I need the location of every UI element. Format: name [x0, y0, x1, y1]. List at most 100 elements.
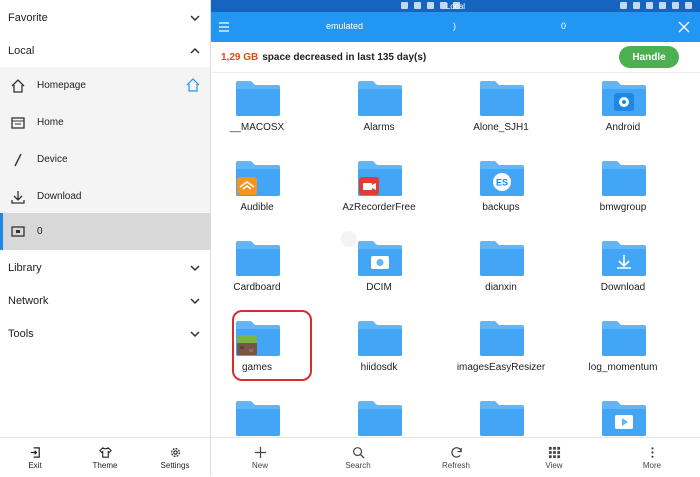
- folder-item[interactable]: [567, 393, 679, 436]
- drawer-section-network[interactable]: Network: [0, 284, 210, 317]
- gear-badge-icon: [614, 93, 634, 111]
- storage-icon: [9, 223, 27, 241]
- breadcrumb-path[interactable]: emulated: [326, 21, 363, 31]
- chevron-up-icon: [190, 47, 200, 54]
- folder-item[interactable]: __MACOSX: [211, 73, 313, 153]
- folder-icon: [358, 401, 402, 436]
- download-icon: [9, 188, 27, 206]
- notification-icons: [401, 2, 460, 9]
- folder-item[interactable]: Audible: [211, 153, 313, 233]
- view-button[interactable]: View: [505, 438, 603, 477]
- camera-badge-icon: [371, 256, 389, 269]
- breadcrumb-segment-0[interactable]: 0: [561, 21, 566, 31]
- drawer-item-label: 0: [37, 226, 43, 237]
- es-badge-icon: ES: [493, 173, 511, 191]
- folder-label: Download: [600, 282, 646, 293]
- folder-icon: [236, 401, 280, 436]
- more-label: More: [642, 460, 662, 470]
- drawer-section-tools[interactable]: Tools: [0, 317, 210, 350]
- menu-list-icon[interactable]: [218, 21, 230, 33]
- search-label: Search: [345, 460, 371, 470]
- drawer-item-homepage[interactable]: Homepage: [0, 67, 210, 104]
- folder-icon: [602, 241, 646, 276]
- bottom-toolbar: New Search Refresh View More: [211, 437, 700, 477]
- audible-app-icon: [237, 177, 257, 195]
- folder-item[interactable]: AzRecorderFree: [323, 153, 435, 233]
- drawer-section-local[interactable]: Local: [0, 34, 210, 67]
- folder-label: Alone_SJH1: [473, 122, 529, 133]
- folder-item[interactable]: Alone_SJH1: [445, 73, 557, 153]
- folder-item[interactable]: bmwgroup: [567, 153, 679, 233]
- path-toolbar: emulated ) 0: [211, 12, 700, 42]
- space-message: space decreased in last 135 day(s): [262, 51, 427, 63]
- section-label: Network: [8, 294, 49, 307]
- folder-item[interactable]: [323, 393, 435, 436]
- folder-icon: [480, 321, 524, 356]
- chevron-down-icon: [190, 14, 200, 21]
- theme-button[interactable]: Theme: [70, 438, 140, 477]
- drawer-item-device[interactable]: Device: [0, 141, 210, 178]
- folder-icon: [236, 241, 280, 276]
- folder-item[interactable]: dianxin: [445, 233, 557, 313]
- new-label: New: [251, 460, 268, 470]
- chevron-down-icon: [190, 330, 200, 337]
- search-button[interactable]: Search: [309, 438, 407, 477]
- folder-item[interactable]: [445, 393, 557, 436]
- section-label: Library: [8, 261, 42, 274]
- folder-label: bmwgroup: [599, 202, 647, 213]
- folder-item[interactable]: Download: [567, 233, 679, 313]
- video-badge-icon: [615, 415, 633, 429]
- folder-icon: [602, 81, 646, 116]
- status-bar: Local: [211, 0, 700, 12]
- exit-button[interactable]: Exit: [0, 438, 70, 477]
- recorder-app-icon: [359, 177, 379, 195]
- section-label: Favorite: [8, 11, 48, 24]
- folder-item[interactable]: Alarms: [323, 73, 435, 153]
- more-vertical-icon: [650, 446, 654, 458]
- breadcrumb-segment[interactable]: ): [453, 21, 456, 31]
- folder-icon: [358, 161, 402, 196]
- folder-label: AzRecorderFree: [342, 202, 416, 213]
- close-icon[interactable]: [678, 21, 690, 33]
- folder-label: dianxin: [485, 282, 517, 293]
- folder-item[interactable]: DCIM: [323, 233, 435, 313]
- folder-label: imagesEasyResizer: [456, 362, 546, 373]
- svg-text:ES: ES: [496, 178, 508, 188]
- drawer-item-label: Download: [37, 191, 82, 202]
- folder-icon: [236, 161, 280, 196]
- folder-icon: [602, 321, 646, 356]
- drawer-item-download[interactable]: Download: [0, 178, 210, 215]
- handle-button[interactable]: Handle: [619, 46, 679, 68]
- refresh-label: Refresh: [441, 460, 470, 470]
- refresh-button[interactable]: Refresh: [407, 438, 505, 477]
- file-browser: Local emulated ) 0 1,29 GB space decreas…: [211, 0, 700, 477]
- slash-icon: [9, 151, 27, 169]
- search-icon: [352, 446, 365, 459]
- folder-label: hiidosdk: [360, 362, 398, 373]
- settings-button[interactable]: Settings: [140, 438, 210, 477]
- folder-item[interactable]: Android: [567, 73, 679, 153]
- new-button[interactable]: New: [211, 438, 309, 477]
- folder-item[interactable]: Cardboard: [211, 233, 313, 313]
- drawer-item-storage-0[interactable]: 0: [0, 213, 210, 250]
- set-home-icon[interactable]: [186, 78, 200, 92]
- drawer-section-favorite[interactable]: Favorite: [0, 1, 210, 34]
- section-label: Tools: [8, 327, 34, 340]
- folder-item[interactable]: [211, 393, 313, 436]
- folder-item[interactable]: ES backups: [445, 153, 557, 233]
- folder-icon: [236, 81, 280, 116]
- folder-label: log_momentum: [588, 362, 658, 373]
- folder-item[interactable]: log_momentum: [567, 313, 679, 393]
- more-button[interactable]: More: [603, 438, 700, 477]
- folder-icon: [358, 241, 402, 276]
- chevron-down-icon: [190, 264, 200, 271]
- section-label: Local: [8, 44, 35, 57]
- drawer-item-label: Device: [37, 154, 68, 165]
- folder-item[interactable]: imagesEasyResizer: [445, 313, 557, 393]
- settings-label: Settings: [160, 460, 190, 470]
- drawer-item-home[interactable]: Home: [0, 104, 210, 141]
- folder-label: Android: [605, 122, 641, 133]
- folder-item[interactable]: hiidosdk: [323, 313, 435, 393]
- drawer-section-library[interactable]: Library: [0, 251, 210, 284]
- folder-label: DCIM: [366, 282, 392, 293]
